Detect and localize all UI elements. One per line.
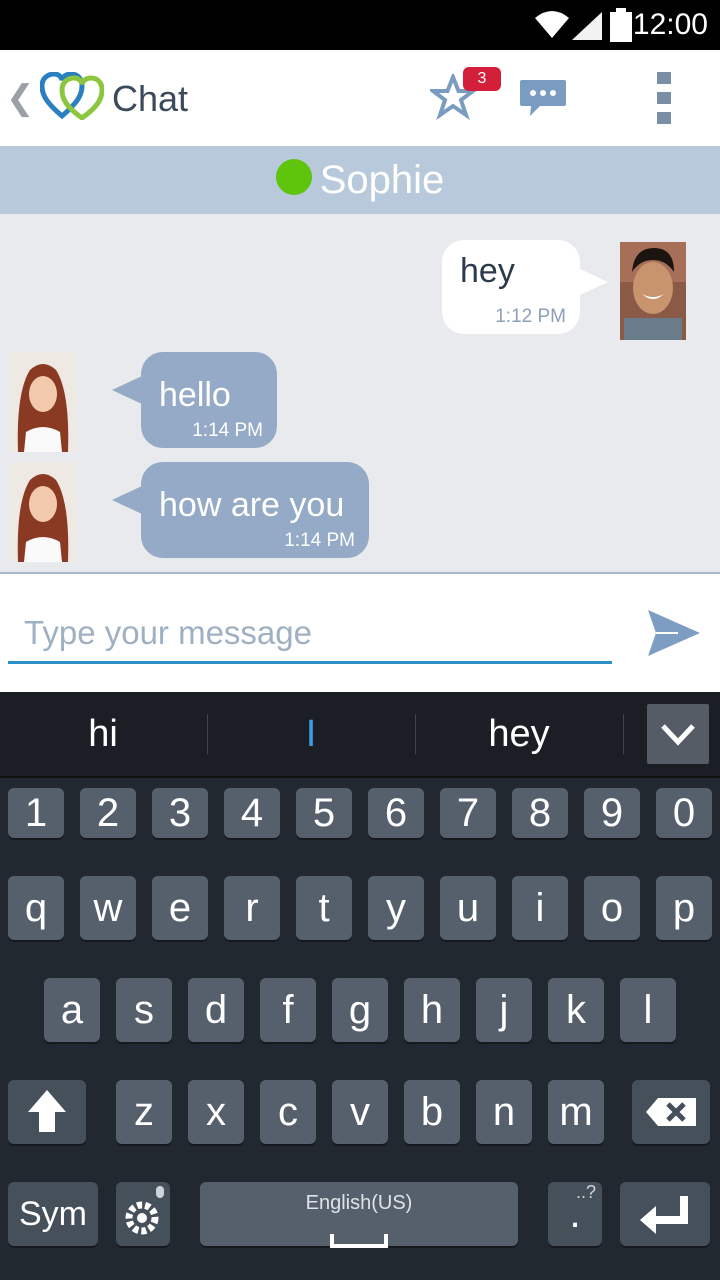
key-7[interactable]: 7 (440, 788, 496, 838)
key-6[interactable]: 6 (368, 788, 424, 838)
key-w[interactable]: w (80, 876, 136, 940)
key-0[interactable]: 0 (656, 788, 712, 838)
space-key[interactable]: English(US) (200, 1182, 518, 1248)
key-m[interactable]: m (548, 1080, 604, 1144)
key-c[interactable]: c (260, 1080, 316, 1144)
online-status-dot (275, 159, 312, 195)
space-bar-icon (330, 1234, 388, 1248)
key-j[interactable]: j (476, 978, 532, 1042)
contact-name: Sophie (319, 158, 445, 202)
backspace-key[interactable] (632, 1080, 710, 1144)
contact-avatar[interactable] (10, 462, 76, 562)
message-list[interactable]: hey 1:12 PM hello 1:14 PM how are you 1:… (0, 214, 720, 572)
wifi-icon (535, 11, 569, 38)
expand-suggestions-button[interactable] (647, 704, 709, 764)
key-d[interactable]: d (188, 978, 244, 1042)
signal-icon (572, 12, 602, 40)
key-y[interactable]: y (368, 876, 424, 940)
key-k[interactable]: k (548, 978, 604, 1042)
suggestion-item[interactable]: I (208, 692, 414, 776)
period-key[interactable]: ..? . (548, 1182, 602, 1246)
bubble-tail (112, 376, 142, 404)
battery-icon (610, 8, 632, 42)
app-title: Chat (112, 78, 189, 119)
app-bar: ❮ Chat 3 (0, 50, 720, 146)
bubble-tail (578, 268, 608, 296)
message-input[interactable] (8, 604, 612, 664)
suggestion-divider (623, 714, 624, 754)
message-text: hey (460, 252, 515, 290)
key-3[interactable]: 3 (152, 788, 208, 838)
key-p[interactable]: p (656, 876, 712, 940)
key-v[interactable]: v (332, 1080, 388, 1144)
key-9[interactable]: 9 (584, 788, 640, 838)
key-1[interactable]: 1 (8, 788, 64, 838)
shift-key[interactable] (8, 1080, 86, 1144)
message-time: 1:14 PM (284, 530, 355, 551)
message-bubble-received[interactable]: hello 1:14 PM (141, 352, 277, 448)
suggestion-item[interactable]: hi (0, 692, 206, 776)
chevron-down-icon (661, 724, 695, 746)
enter-key[interactable] (620, 1182, 710, 1246)
key-b[interactable]: b (404, 1080, 460, 1144)
key-f[interactable]: f (260, 978, 316, 1042)
key-a[interactable]: a (44, 978, 100, 1042)
key-u[interactable]: u (440, 876, 496, 940)
key-n[interactable]: n (476, 1080, 532, 1144)
settings-key[interactable] (116, 1182, 170, 1246)
key-5[interactable]: 5 (296, 788, 352, 838)
key-s[interactable]: s (116, 978, 172, 1042)
suggestion-item[interactable]: hey (416, 692, 622, 776)
bubble-tail (112, 486, 142, 514)
chat-bubble-icon[interactable] (518, 78, 568, 118)
period-key-label: . (569, 1192, 581, 1236)
gear-icon (125, 1186, 164, 1235)
shift-icon (28, 1090, 66, 1132)
message-text: hello (159, 376, 231, 414)
key-l[interactable]: l (620, 978, 676, 1042)
key-8[interactable]: 8 (512, 788, 568, 838)
composer-bar (0, 572, 720, 692)
back-button[interactable]: ❮ (6, 78, 35, 118)
contact-header: Sophie (0, 146, 720, 214)
key-e[interactable]: e (152, 876, 208, 940)
key-x[interactable]: x (188, 1080, 244, 1144)
overflow-menu-icon[interactable] (654, 72, 674, 124)
contact-avatar[interactable] (10, 352, 76, 452)
soft-keyboard: hi I hey 1 2 3 4 5 6 7 8 9 0 q w e r t y… (0, 692, 720, 1280)
message-time: 1:12 PM (495, 306, 566, 327)
key-g[interactable]: g (332, 978, 388, 1042)
message-time: 1:14 PM (192, 420, 263, 441)
favorites-badge: 3 (463, 67, 501, 91)
message-bubble-received[interactable]: how are you 1:14 PM (141, 462, 369, 558)
key-4[interactable]: 4 (224, 788, 280, 838)
keyboard-language-label: English(US) (305, 1192, 413, 1214)
suggestion-strip: hi I hey (0, 692, 720, 778)
key-h[interactable]: h (404, 978, 460, 1042)
status-bar: 12:00 (0, 0, 720, 50)
key-t[interactable]: t (296, 876, 352, 940)
key-z[interactable]: z (116, 1080, 172, 1144)
sym-key[interactable]: Sym (8, 1182, 98, 1246)
key-i[interactable]: i (512, 876, 568, 940)
key-2[interactable]: 2 (80, 788, 136, 838)
key-r[interactable]: r (224, 876, 280, 940)
message-bubble-sent[interactable]: hey 1:12 PM (442, 240, 580, 334)
send-icon[interactable] (644, 606, 702, 660)
enter-icon (640, 1196, 688, 1234)
key-o[interactable]: o (584, 876, 640, 940)
backspace-icon (646, 1098, 696, 1126)
hearts-logo-icon (40, 72, 104, 120)
message-text: how are you (159, 486, 345, 524)
key-q[interactable]: q (8, 876, 64, 940)
status-clock: 12:00 (632, 8, 708, 41)
user-avatar[interactable] (620, 242, 686, 340)
